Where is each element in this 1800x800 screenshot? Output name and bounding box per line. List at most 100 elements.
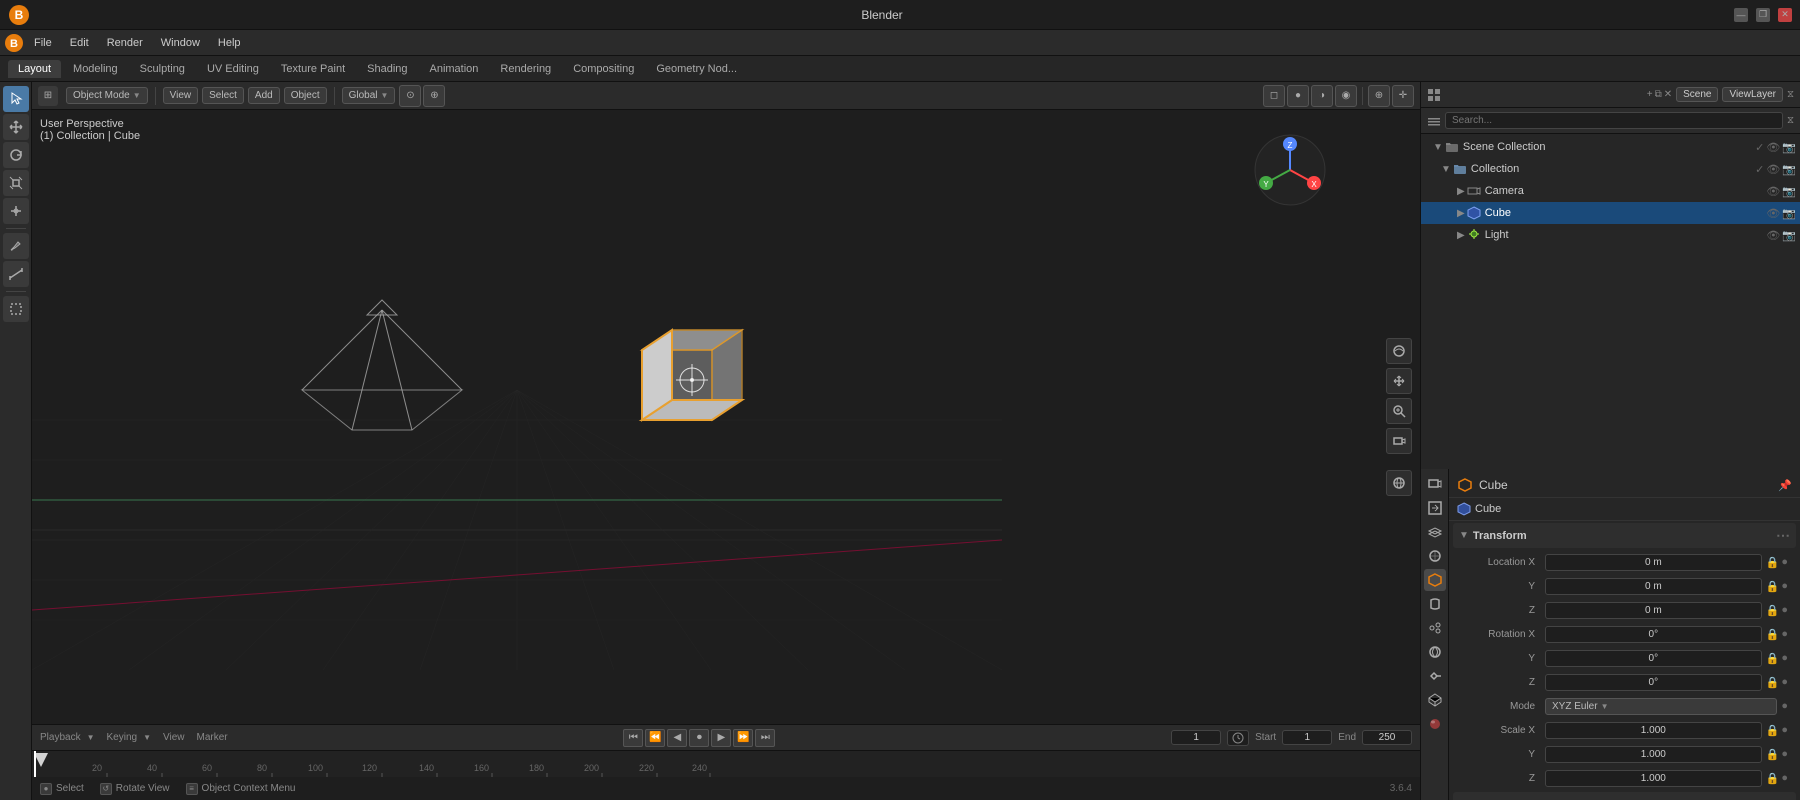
timeline-ruler[interactable]: 20 40 60 80 100 120 140 1 [32,751,1420,777]
stop-button[interactable]: ⏺ [689,729,709,747]
col-check[interactable]: ✓ [1755,163,1764,176]
tab-layout[interactable]: Layout [8,60,61,78]
light-eye[interactable]: 👁 [1766,229,1780,242]
play-reverse-button[interactable]: ◀ [667,729,687,747]
outliner-item-cube[interactable]: ▶ Cube 👁 📷 [1421,202,1800,224]
viewport-shading-solid[interactable]: ● [1287,85,1309,107]
play-button[interactable]: ▶ [711,729,731,747]
location-y-value[interactable]: 0 m [1545,578,1762,595]
loc-z-dot[interactable]: ● [1781,604,1788,617]
scale-z-dot[interactable]: ● [1781,772,1788,785]
rot-x-lock[interactable]: 🔒 [1766,628,1780,641]
scale-tool[interactable] [3,170,29,196]
next-frame-button[interactable]: ⏩ [733,729,753,747]
particles-props-icon[interactable] [1424,617,1446,639]
data-props-icon[interactable] [1424,689,1446,711]
viewport-shading-material[interactable]: ◑ [1311,85,1333,107]
pan-button[interactable] [1386,368,1412,394]
rot-x-dot[interactable]: ● [1781,628,1788,641]
box-select-tool[interactable] [3,296,29,322]
object-props-icon[interactable] [1424,569,1446,591]
rot-z-lock[interactable]: 🔒 [1766,676,1780,689]
physics-props-icon[interactable] [1424,641,1446,663]
tab-sculpting[interactable]: Sculpting [130,60,195,78]
tab-geometry-nodes[interactable]: Geometry Nod... [646,60,747,78]
outliner-search-input[interactable] [1445,112,1783,129]
cam-cam[interactable]: 📷 [1782,185,1796,198]
start-frame-input[interactable] [1282,730,1332,745]
object-menu[interactable]: Object [284,87,327,104]
view-type-icon[interactable]: ⊞ [38,86,58,106]
overlay-toggle[interactable]: ⊕ [1368,85,1390,107]
view-menu[interactable]: View [163,87,199,104]
tab-shading[interactable]: Shading [357,60,417,78]
transform-dropdown[interactable]: Global ▼ [342,87,396,104]
view-layer-props-icon[interactable] [1424,521,1446,543]
scene-col-cam[interactable]: 📷 [1782,141,1796,154]
delta-transform-header[interactable]: ▶ Delta Transform ⋯ [1453,792,1796,800]
copy-scene-icon[interactable]: ⧉ [1655,89,1662,100]
location-z-value[interactable]: 0 m [1545,602,1762,619]
current-frame-input[interactable] [1171,730,1221,745]
minimize-button[interactable]: — [1734,8,1748,22]
modifier-props-icon[interactable] [1424,593,1446,615]
menu-edit[interactable]: Edit [62,35,97,51]
outliner-item-collection[interactable]: ▼ Collection ✓ 👁 📷 [1421,158,1800,180]
outliner-item-light[interactable]: ▶ Light 👁 📷 [1421,224,1800,246]
cube-eye[interactable]: 👁 [1766,207,1780,220]
material-props-icon[interactable] [1424,713,1446,735]
gizmo-toggle[interactable]: ✛ [1392,85,1414,107]
tab-animation[interactable]: Animation [420,60,489,78]
3d-viewport[interactable]: User Perspective (1) Collection | Cube Z [32,110,1420,724]
tab-compositing[interactable]: Compositing [563,60,644,78]
orbit-button[interactable] [1386,338,1412,364]
props-pin-icon[interactable]: 📌 [1778,479,1792,492]
render-props-icon[interactable] [1424,473,1446,495]
scene-col-check[interactable]: ✓ [1755,141,1764,154]
scale-z-lock[interactable]: 🔒 [1766,772,1780,785]
object-mode-dropdown[interactable]: Object Mode ▼ [66,87,148,104]
location-x-value[interactable]: 0 m [1545,554,1762,571]
transform-tool[interactable] [3,198,29,224]
scene-props-icon[interactable] [1424,545,1446,567]
filter-icon[interactable]: ⧖ [1787,89,1794,100]
cam-eye[interactable]: 👁 [1766,185,1780,198]
loc-y-lock[interactable]: 🔒 [1766,580,1780,593]
scene-col-eye[interactable]: 👁 [1766,141,1780,154]
col-eye[interactable]: 👁 [1766,163,1780,176]
cursor-tool[interactable] [3,86,29,112]
proportional-edit-button[interactable]: ⊕ [423,85,445,107]
rotation-mode-dropdown[interactable]: XYZ Euler ▼ [1545,698,1777,715]
jump-start-button[interactable]: ⏮ [623,729,643,747]
scale-y-dot[interactable]: ● [1781,748,1788,761]
scale-z-value[interactable]: 1.000 [1545,770,1762,787]
cube-cam[interactable]: 📷 [1782,207,1796,220]
end-frame-input[interactable] [1362,730,1412,745]
viewport-shading-wire[interactable]: ◻ [1263,85,1285,107]
loc-x-lock[interactable]: 🔒 [1766,556,1780,569]
rot-z-dot[interactable]: ● [1781,676,1788,689]
outliner-filter-button[interactable]: ⧖ [1787,115,1794,126]
scale-x-value[interactable]: 1.000 [1545,722,1762,739]
view-layer-name[interactable]: ViewLayer [1722,87,1783,102]
rot-y-lock[interactable]: 🔒 [1766,652,1780,665]
tab-uv-editing[interactable]: UV Editing [197,60,269,78]
rotation-z-value[interactable]: 0° [1545,674,1762,691]
navigation-gizmo[interactable]: Z X Y [1250,130,1330,213]
outliner-item-scene-collection[interactable]: ▼ Scene Collection ✓ 👁 📷 [1421,136,1800,158]
select-menu[interactable]: Select [202,87,244,104]
output-props-icon[interactable] [1424,497,1446,519]
menu-help[interactable]: Help [210,35,249,51]
snap-button[interactable]: ⊙ [399,85,421,107]
scale-y-lock[interactable]: 🔒 [1766,748,1780,761]
viewport-shading-render[interactable]: ◉ [1335,85,1357,107]
col-cam[interactable]: 📷 [1782,163,1796,176]
annotate-tool[interactable] [3,233,29,259]
loc-z-lock[interactable]: 🔒 [1766,604,1780,617]
move-tool[interactable] [3,114,29,140]
measure-tool[interactable] [3,261,29,287]
close-button[interactable]: ✕ [1778,8,1792,22]
jump-end-button[interactable]: ⏭ [755,729,775,747]
scene-name[interactable]: Scene [1676,87,1718,102]
tab-texture-paint[interactable]: Texture Paint [271,60,355,78]
